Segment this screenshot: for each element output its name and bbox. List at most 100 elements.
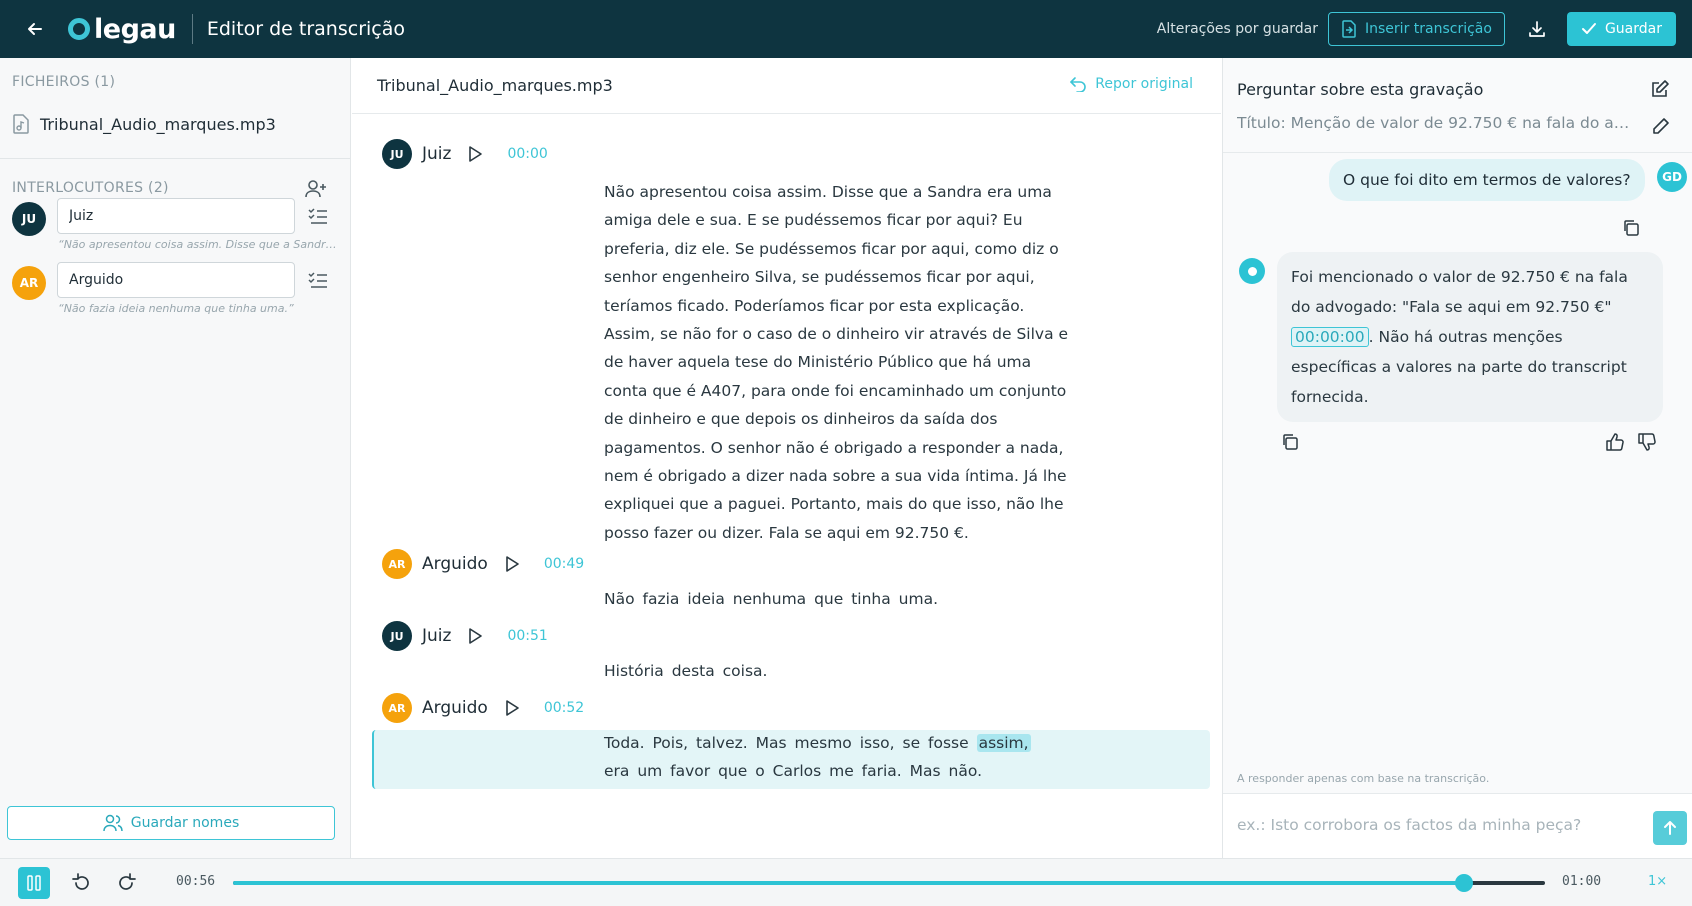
segment-header: JU Juiz 00:00: [382, 139, 548, 169]
divider: [191, 14, 193, 44]
file-import-icon: [1342, 20, 1356, 38]
check-icon: [1581, 23, 1596, 34]
segment-speaker: Juiz: [422, 626, 452, 646]
assistant-panel: Perguntar sobre esta gravação Título: Me…: [1222, 58, 1692, 858]
avatar: GD: [1657, 162, 1687, 192]
avatar: JU: [382, 621, 412, 651]
segment-timestamp[interactable]: 00:51: [507, 628, 547, 644]
speaker-name-input[interactable]: [57, 262, 295, 298]
progress-handle[interactable]: [1454, 874, 1473, 892]
play-icon[interactable]: [500, 696, 524, 720]
speaker-name-input[interactable]: [57, 198, 295, 234]
assistant-note: A responder apenas com base na transcriç…: [1237, 772, 1490, 785]
back-arrow-icon[interactable]: [18, 12, 52, 46]
avatar: AR: [12, 266, 46, 300]
transcript-file-name: Tribunal_Audio_marques.mp3: [377, 76, 613, 95]
speaker-quote: “Não fazia ideia nenhuma que tinha uma.”: [58, 302, 294, 315]
pending-changes-label: Alterações por guardar: [1156, 21, 1319, 37]
chat-input-area: [1223, 793, 1692, 858]
forward-icon[interactable]: [114, 871, 138, 895]
divider: [1223, 152, 1692, 153]
timestamp-link[interactable]: 00:00:00: [1291, 327, 1369, 347]
transcript-header: Tribunal_Audio_marques.mp3 Repor origina…: [352, 58, 1221, 114]
top-actions: Alterações por guardar Inserir transcriç…: [1157, 0, 1676, 58]
file-item[interactable]: Tribunal_Audio_marques.mp3: [12, 114, 276, 134]
segment-timestamp[interactable]: 00:00: [507, 146, 547, 162]
total-time: 01:00: [1562, 874, 1602, 889]
segment-text[interactable]: Toda. Pois, talvez. Mas mesmo isso, se f…: [604, 729, 1074, 786]
speakers-heading: INTERLOCUTORES (2): [12, 180, 169, 196]
audio-file-icon: [13, 114, 29, 134]
segment-header: AR Arguido 00:52: [382, 693, 584, 723]
segment-text[interactable]: Não apresentou coisa assim. Disse que a …: [604, 178, 1074, 547]
current-word-highlight: assim,: [976, 734, 1031, 752]
list-check-icon[interactable]: [306, 204, 330, 228]
insert-transcription-button[interactable]: Inserir transcrição: [1328, 12, 1505, 46]
segment-text-part: Toda. Pois, talvez. Mas mesmo isso, se f…: [604, 734, 977, 752]
avatar: AR: [382, 693, 412, 723]
save-button[interactable]: Guardar: [1566, 12, 1676, 46]
segment-header: JU Juiz 00:51: [382, 621, 548, 651]
segment-header: AR Arguido 00:49: [382, 549, 584, 579]
user-message: O que foi dito em termos de valores?: [1329, 159, 1645, 201]
top-bar: legau Editor de transcrição Alterações p…: [0, 0, 1692, 58]
copy-icon[interactable]: [1278, 430, 1302, 454]
save-names-label: Guardar nomes: [130, 815, 240, 831]
segment-text-part: era um favor que o Carlos me faria. Mas …: [604, 762, 982, 781]
users-icon: [103, 814, 123, 832]
restore-original-button[interactable]: Repor original: [1069, 76, 1193, 92]
progress-fill: [233, 881, 1464, 885]
segment-timestamp[interactable]: 00:52: [544, 700, 584, 716]
file-name: Tribunal_Audio_marques.mp3: [40, 114, 276, 134]
logo[interactable]: legau: [68, 14, 176, 45]
segment-speaker: Arguido: [422, 554, 488, 574]
conversation-title: Título: Menção de valor de 92.750 € na f…: [1237, 114, 1637, 132]
avatar: AR: [382, 549, 412, 579]
segment-text[interactable]: História desta coisa.: [604, 657, 1074, 685]
avatar: JU: [12, 202, 46, 236]
assistant-message: Foi mencionado o valor de 92.750 € na fa…: [1277, 252, 1663, 422]
current-time: 00:56: [176, 874, 216, 889]
segment-text[interactable]: Não fazia ideia nenhuma que tinha uma.: [604, 585, 1074, 613]
avatar: JU: [382, 139, 412, 169]
assistant-heading: Perguntar sobre esta gravação: [1237, 80, 1484, 99]
segment-timestamp[interactable]: 00:49: [544, 556, 584, 572]
undo-icon: [1070, 77, 1087, 92]
divider: [0, 158, 350, 159]
left-sidebar: FICHEIROS (1) Tribunal_Audio_marques.mp3…: [0, 58, 351, 858]
speaker-quote: “Não apresentou coisa assim. Disse que a…: [58, 238, 342, 251]
playback-speed[interactable]: 1×: [1648, 874, 1667, 889]
logo-dot-icon: [68, 18, 90, 40]
add-user-icon[interactable]: [303, 176, 329, 202]
pause-icon: [27, 875, 41, 891]
send-button[interactable]: [1653, 811, 1687, 845]
list-check-icon[interactable]: [306, 268, 330, 292]
play-icon[interactable]: [463, 142, 487, 166]
thumbs-down-icon[interactable]: [1635, 430, 1659, 454]
assistant-message-text: Foi mencionado o valor de 92.750 € na fa…: [1291, 268, 1628, 316]
thumbs-up-icon[interactable]: [1603, 430, 1627, 454]
chat-input[interactable]: [1237, 810, 1617, 840]
arrow-up-icon: [1664, 821, 1676, 835]
new-chat-icon[interactable]: [1647, 76, 1673, 102]
copy-icon[interactable]: [1619, 216, 1643, 240]
page-title: Editor de transcrição: [206, 18, 405, 40]
restore-original-label: Repor original: [1095, 76, 1193, 92]
audio-player: 00:56 01:00 1×: [0, 858, 1692, 906]
play-icon[interactable]: [500, 552, 524, 576]
files-heading: FICHEIROS (1): [12, 74, 116, 90]
progress-slider[interactable]: [233, 874, 1545, 892]
pencil-icon[interactable]: [1649, 114, 1673, 138]
segment-speaker: Arguido: [422, 698, 488, 718]
save-names-button[interactable]: Guardar nomes: [7, 806, 335, 840]
rewind-icon[interactable]: [70, 871, 94, 895]
insert-transcription-label: Inserir transcrição: [1365, 21, 1492, 37]
assistant-avatar-icon: [1239, 258, 1265, 284]
pause-button[interactable]: [18, 867, 50, 899]
logo-text: legau: [94, 13, 176, 45]
download-icon[interactable]: [1519, 11, 1555, 47]
play-icon[interactable]: [463, 624, 487, 648]
transcript-panel: Tribunal_Audio_marques.mp3 Repor origina…: [352, 58, 1221, 858]
segment-speaker: Juiz: [422, 144, 452, 164]
save-label: Guardar: [1604, 21, 1662, 37]
